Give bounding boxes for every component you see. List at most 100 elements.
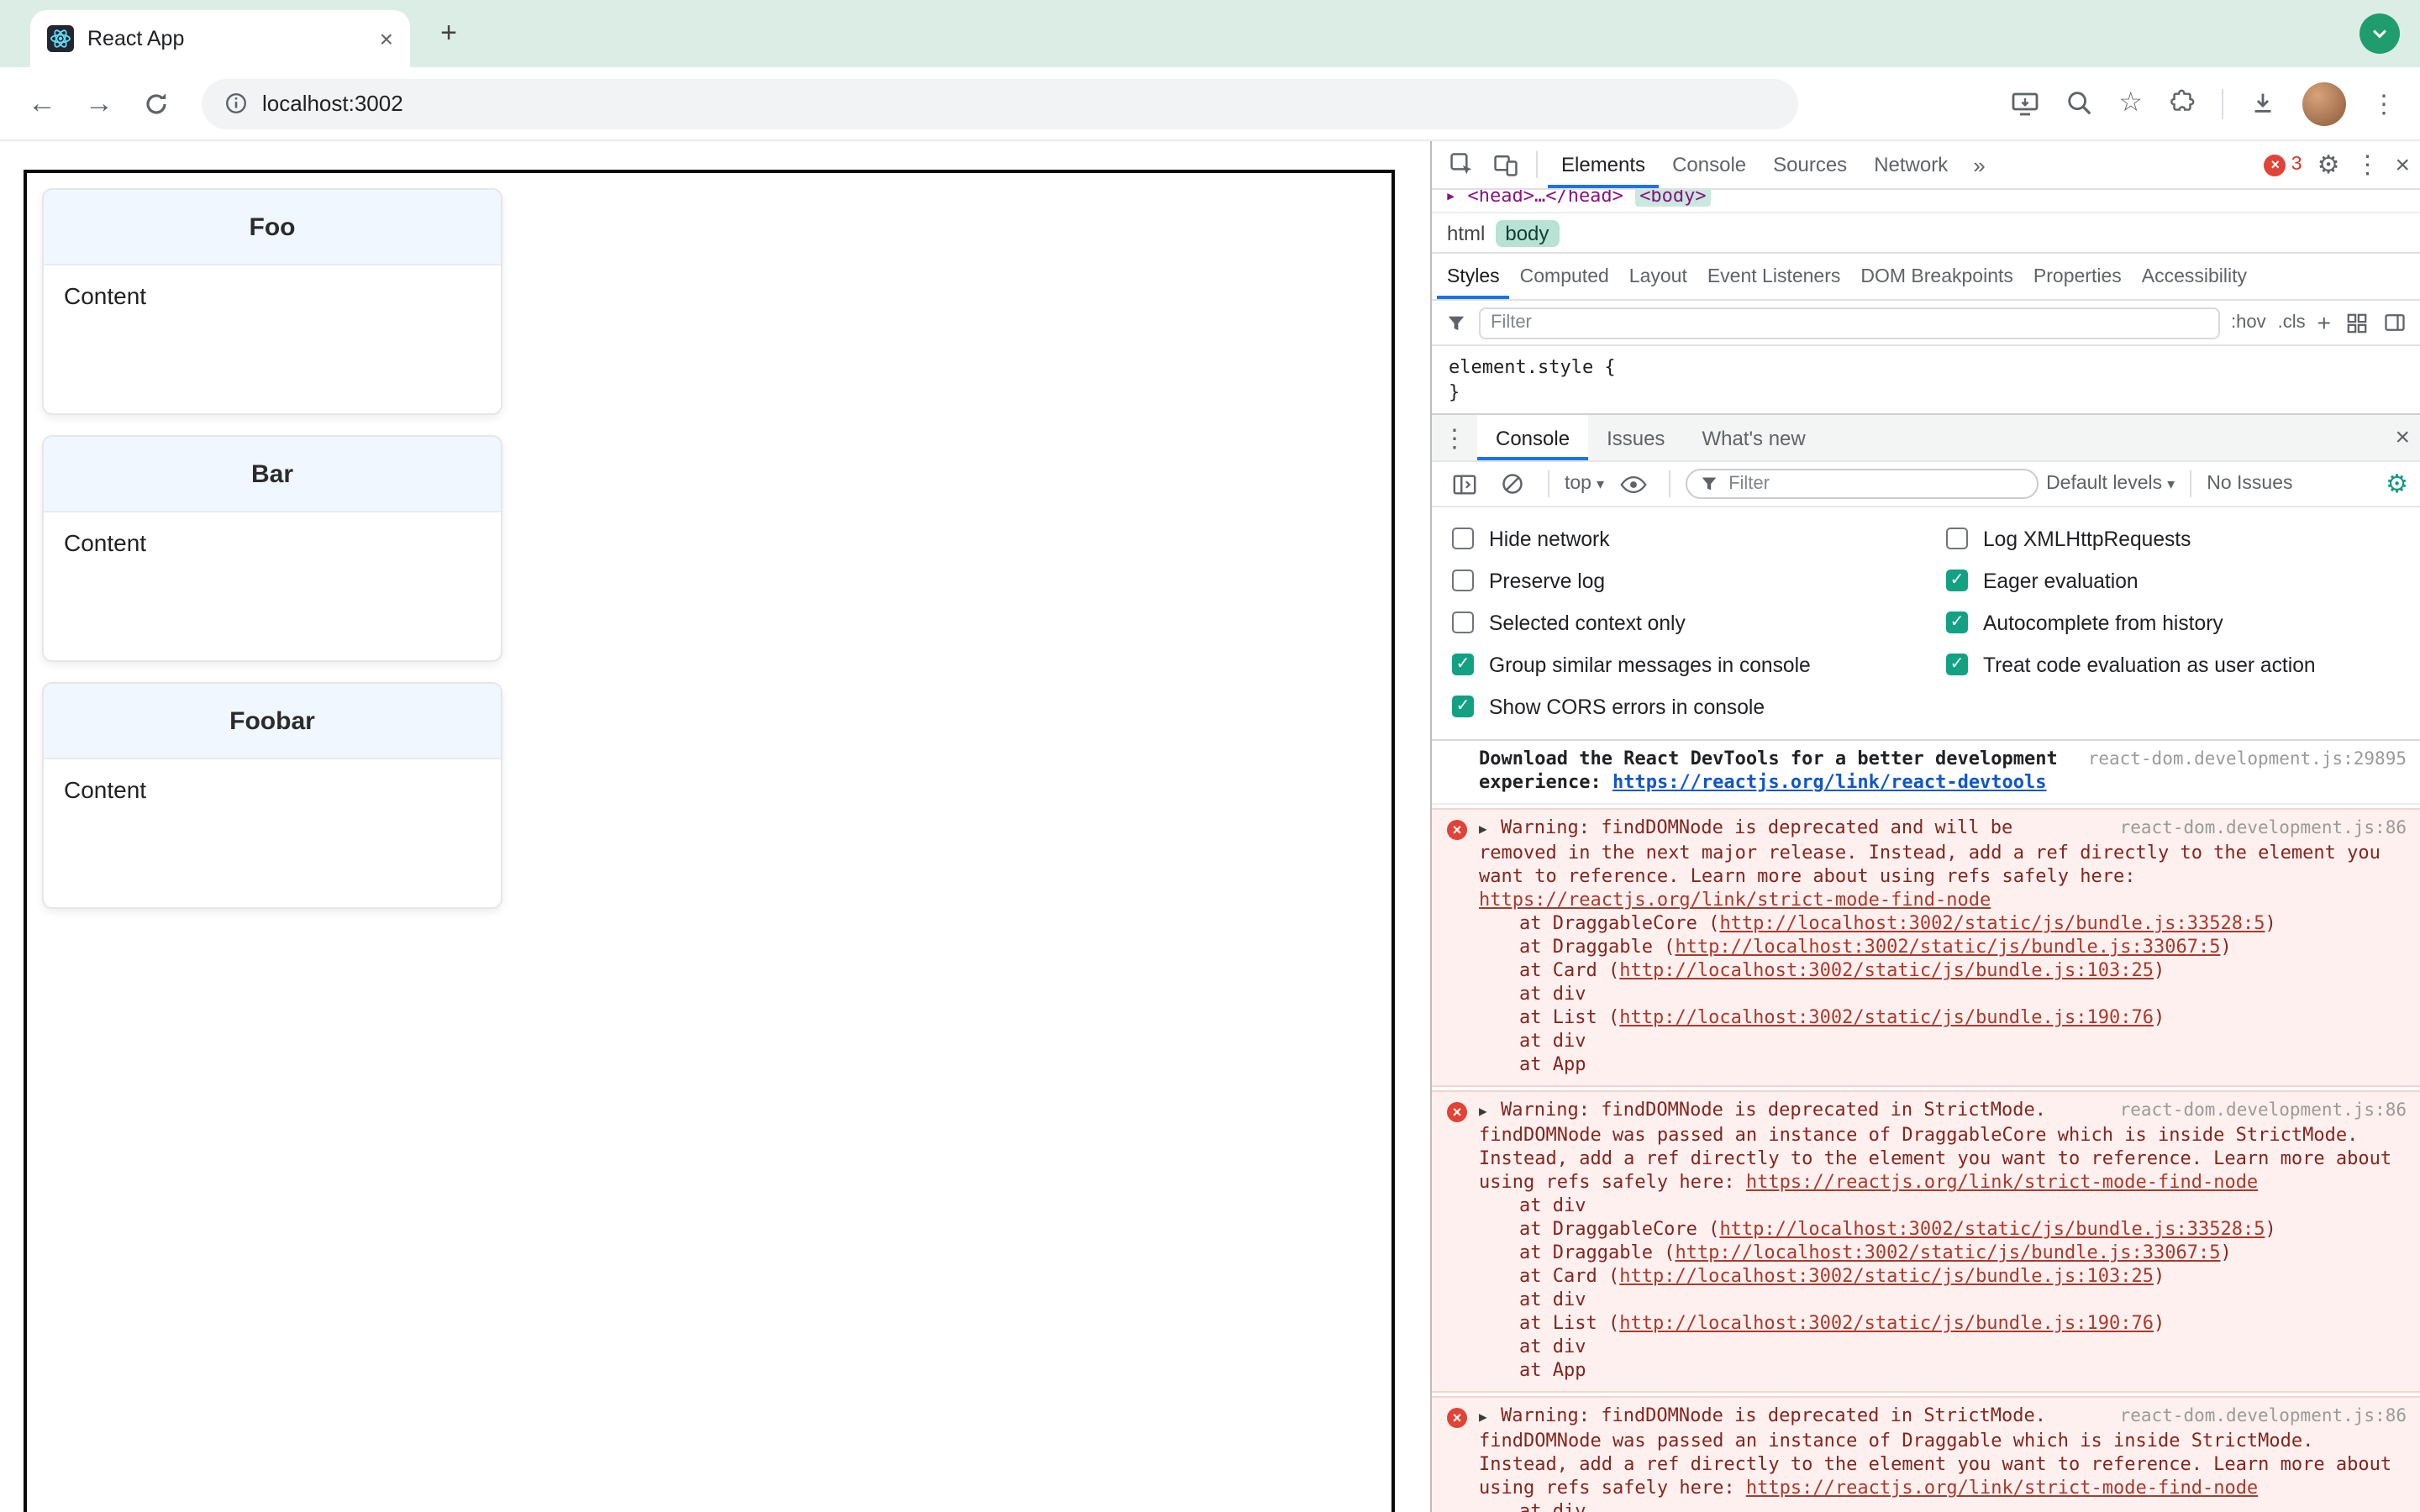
device-toolbar-icon[interactable] bbox=[1486, 144, 1526, 185]
devtools-tab-elements[interactable]: Elements bbox=[1548, 141, 1659, 188]
stack-source-link[interactable]: http://localhost:3002/static/js/bundle.j… bbox=[1619, 1006, 2154, 1028]
extensions-puzzle-icon[interactable] bbox=[2168, 89, 2196, 118]
drawer-close-icon[interactable]: × bbox=[2395, 423, 2410, 452]
stack-source-link[interactable]: http://localhost:3002/static/js/bundle.j… bbox=[1619, 1312, 2154, 1334]
checkbox-unchecked[interactable] bbox=[1946, 528, 1968, 549]
context-selector[interactable]: top ▾ bbox=[1565, 474, 1604, 494]
message-source-link[interactable]: react-dom.development.js:86 bbox=[2120, 1404, 2407, 1428]
element-style-rule[interactable]: element.style { } bbox=[1432, 346, 2420, 413]
draggable-card[interactable]: Foobar Content bbox=[42, 682, 502, 909]
stack-source-link[interactable]: http://localhost:3002/static/js/bundle.j… bbox=[1719, 1218, 2265, 1240]
checkbox-checked[interactable]: ✓ bbox=[1452, 654, 1474, 675]
site-info-icon[interactable] bbox=[225, 92, 247, 114]
devtools-menu-icon[interactable]: ⋮ bbox=[2354, 150, 2380, 180]
bookmark-star-icon[interactable]: ☆ bbox=[2118, 89, 2143, 117]
console-filter-input[interactable] bbox=[1725, 472, 2023, 496]
forward-button[interactable]: → bbox=[74, 78, 124, 129]
checkbox-unchecked[interactable] bbox=[1452, 612, 1474, 633]
stack-source-link[interactable]: http://localhost:3002/static/js/bundle.j… bbox=[1675, 936, 2220, 958]
checkbox-checked[interactable]: ✓ bbox=[1946, 654, 1968, 675]
devtools-settings-icon[interactable]: ⚙ bbox=[2317, 152, 2340, 177]
hover-state-toggle[interactable]: :hov bbox=[2231, 312, 2266, 333]
address-bar[interactable]: localhost:3002 bbox=[202, 78, 1798, 129]
stack-source-link[interactable]: http://localhost:3002/static/js/bundle.j… bbox=[1675, 1242, 2220, 1263]
console-setting[interactable]: Preserve log bbox=[1432, 559, 1926, 601]
expand-triangle-icon[interactable]: ▶ bbox=[1479, 818, 1501, 842]
browser-tab[interactable]: React App × bbox=[30, 10, 410, 67]
url-text[interactable]: localhost:3002 bbox=[262, 91, 403, 116]
card-content: Content bbox=[64, 776, 147, 803]
checkbox-checked[interactable]: ✓ bbox=[1946, 570, 1968, 591]
message-source-link[interactable]: react-dom.development.js:86 bbox=[2120, 1099, 2407, 1122]
dom-tree-clipped[interactable]: ▸ <head>…</head> <body> bbox=[1432, 190, 2420, 212]
console-sidebar-icon[interactable] bbox=[1444, 464, 1484, 504]
inspect-element-icon[interactable] bbox=[1442, 144, 1482, 185]
back-button[interactable]: ← bbox=[17, 78, 67, 129]
checkbox-checked[interactable]: ✓ bbox=[1946, 612, 1968, 633]
sidebar-panel-icon[interactable] bbox=[2381, 302, 2408, 343]
console-link[interactable]: https://reactjs.org/link/strict-mode-fin… bbox=[1746, 1171, 2258, 1193]
drawer-menu-icon[interactable]: ⋮ bbox=[1442, 423, 1467, 453]
draggable-card[interactable]: Bar Content bbox=[42, 435, 502, 662]
breadcrumb-html[interactable]: html bbox=[1447, 221, 1485, 244]
reload-button[interactable] bbox=[131, 78, 182, 129]
console-settings-icon[interactable]: ⚙ bbox=[2386, 471, 2408, 496]
subtab-layout[interactable]: Layout bbox=[1619, 254, 1697, 299]
log-levels-selector[interactable]: Default levels ▾ bbox=[2046, 474, 2175, 494]
console-setting[interactable]: Hide network bbox=[1432, 517, 1926, 559]
expand-triangle-icon[interactable]: ▶ bbox=[1479, 1406, 1501, 1430]
zoom-icon[interactable] bbox=[2065, 89, 2093, 118]
subtab-dom-breakpoints[interactable]: DOM Breakpoints bbox=[1850, 254, 2023, 299]
subtab-computed[interactable]: Computed bbox=[1510, 254, 1619, 299]
subtab-styles[interactable]: Styles bbox=[1437, 254, 1510, 299]
console-setting[interactable]: Selected context only bbox=[1432, 601, 1926, 643]
devtools-close-icon[interactable]: × bbox=[2395, 150, 2410, 179]
console-link[interactable]: https://reactjs.org/link/react-devtools bbox=[1612, 771, 2047, 793]
drawer-tab-issues[interactable]: Issues bbox=[1588, 415, 1683, 460]
expand-triangle-icon[interactable]: ▶ bbox=[1479, 1100, 1501, 1124]
new-tab-button[interactable]: + bbox=[430, 15, 467, 52]
clear-console-icon[interactable] bbox=[1492, 464, 1533, 504]
console-filter-box[interactable] bbox=[1685, 469, 2039, 499]
styles-filter-input[interactable] bbox=[1479, 307, 2220, 339]
message-source-link[interactable]: react-dom.development.js:86 bbox=[2120, 816, 2407, 840]
subtab-properties[interactable]: Properties bbox=[2023, 254, 2132, 299]
computed-styles-icon[interactable] bbox=[2343, 302, 2370, 343]
console-setting[interactable]: Log XMLHttpRequests bbox=[1926, 517, 2420, 559]
checkbox-unchecked[interactable] bbox=[1452, 528, 1474, 549]
new-style-rule-icon[interactable]: + bbox=[2317, 309, 2331, 336]
tab-search-chevron-icon[interactable] bbox=[2360, 13, 2400, 54]
message-source-link[interactable]: react-dom.development.js:29895 bbox=[2088, 748, 2407, 771]
devtools-tab-sources[interactable]: Sources bbox=[1760, 141, 1860, 188]
class-toggle[interactable]: .cls bbox=[2278, 312, 2306, 333]
checkbox-checked[interactable]: ✓ bbox=[1452, 696, 1474, 717]
subtab-event-listeners[interactable]: Event Listeners bbox=[1697, 254, 1851, 299]
checkbox-unchecked[interactable] bbox=[1452, 570, 1474, 591]
issues-counter[interactable]: No Issues bbox=[2207, 474, 2292, 494]
console-setting[interactable]: ✓ Autocomplete from history bbox=[1926, 601, 2420, 643]
stack-source-link[interactable]: http://localhost:3002/static/js/bundle.j… bbox=[1619, 959, 2154, 981]
live-expression-eye-icon[interactable] bbox=[1612, 464, 1653, 504]
console-setting[interactable]: ✓ Treat code evaluation as user action bbox=[1926, 643, 2420, 685]
stack-source-link[interactable]: http://localhost:3002/static/js/bundle.j… bbox=[1719, 912, 2265, 934]
draggable-card[interactable]: Foo Content bbox=[42, 188, 502, 415]
console-setting[interactable]: ✓ Show CORS errors in console bbox=[1432, 685, 1926, 727]
console-link[interactable]: https://reactjs.org/link/strict-mode-fin… bbox=[1479, 889, 1991, 911]
console-link[interactable]: https://reactjs.org/link/strict-mode-fin… bbox=[1746, 1477, 2258, 1499]
drawer-tab-console[interactable]: Console bbox=[1477, 415, 1589, 460]
error-count-badge[interactable]: × 3 bbox=[2264, 154, 2302, 176]
subtab-accessibility[interactable]: Accessibility bbox=[2132, 254, 2257, 299]
devtools-tab-console[interactable]: Console bbox=[1659, 141, 1760, 188]
console-setting[interactable]: ✓ Eager evaluation bbox=[1926, 559, 2420, 601]
tab-close-icon[interactable]: × bbox=[380, 27, 393, 50]
drawer-tab-what-s-new[interactable]: What's new bbox=[1683, 415, 1823, 460]
breadcrumb-body[interactable]: body bbox=[1495, 219, 1560, 246]
more-tabs-icon[interactable]: » bbox=[1965, 152, 1993, 177]
profile-avatar[interactable] bbox=[2302, 81, 2346, 125]
devtools-tab-network[interactable]: Network bbox=[1860, 141, 1961, 188]
browser-menu-icon[interactable]: ⋮ bbox=[2371, 88, 2396, 118]
downloads-icon[interactable] bbox=[2249, 89, 2277, 118]
console-setting[interactable]: ✓ Group similar messages in console bbox=[1432, 643, 1926, 685]
stack-source-link[interactable]: http://localhost:3002/static/js/bundle.j… bbox=[1619, 1265, 2154, 1287]
install-app-icon[interactable] bbox=[2009, 88, 2039, 118]
